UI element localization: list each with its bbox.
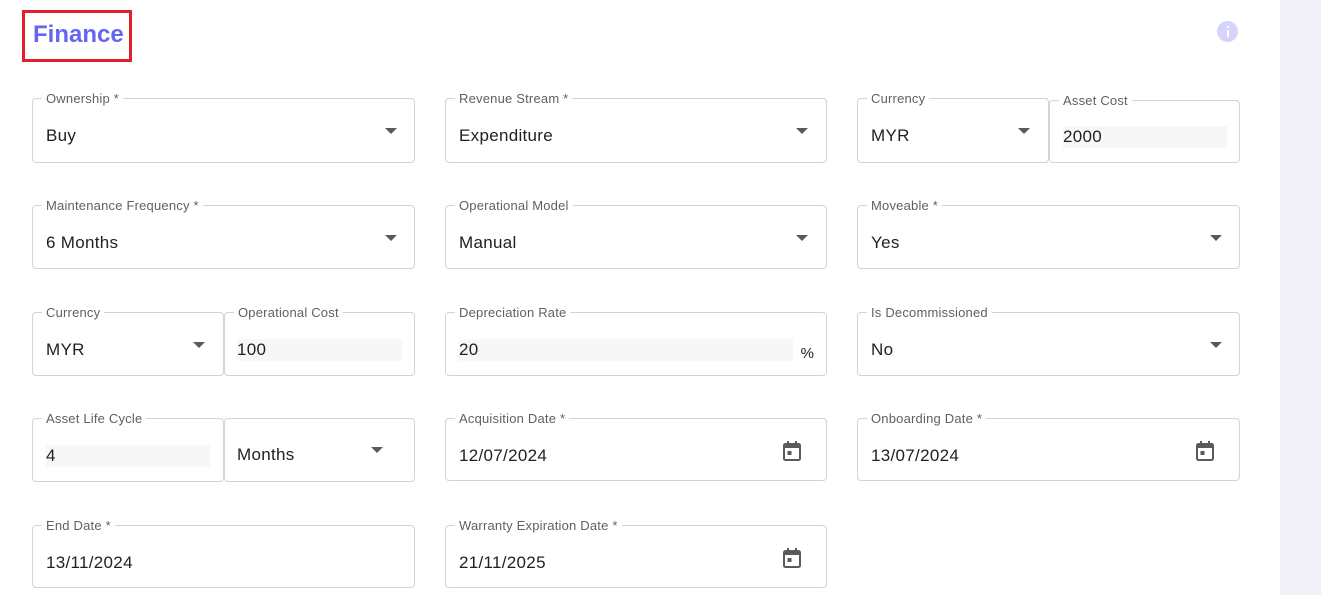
revenue-stream-label: Revenue Stream * [455, 91, 573, 107]
operational-model-label: Operational Model [455, 198, 573, 214]
asset-life-cycle-value: 4 [46, 445, 210, 467]
asset-life-cycle-input[interactable]: Asset Life Cycle 4 [32, 411, 224, 482]
chevron-down-icon [385, 128, 397, 134]
is-decommissioned-label: Is Decommissioned [867, 305, 992, 321]
operational-model-value: Manual [459, 233, 517, 252]
calendar-icon[interactable] [782, 547, 802, 569]
chevron-down-icon [371, 447, 383, 453]
ownership-select[interactable]: Ownership * Buy [32, 91, 415, 163]
depreciation-rate-input[interactable]: Depreciation Rate 20 % [445, 305, 827, 376]
warranty-expiration-date-value: 21/11/2025 [459, 553, 546, 572]
depreciation-rate-label: Depreciation Rate [455, 305, 571, 321]
operational-currency-label: Currency [42, 305, 105, 321]
moveable-select[interactable]: Moveable * Yes [857, 198, 1240, 269]
moveable-value: Yes [871, 233, 900, 252]
operational-cost-label: Operational Cost [234, 305, 343, 321]
operational-currency-value: MYR [46, 340, 85, 359]
asset-cost-value: 2000 [1063, 126, 1227, 148]
onboarding-date-input[interactable]: Onboarding Date * 13/07/2024 [857, 411, 1240, 481]
asset-currency-select[interactable]: Currency MYR [857, 91, 1049, 163]
section-title: Finance [33, 21, 124, 48]
end-date-input[interactable]: End Date * 13/11/2024 [32, 518, 415, 588]
chevron-down-icon [193, 342, 205, 348]
percent-suffix: % [800, 345, 814, 362]
moveable-label: Moveable * [867, 198, 943, 214]
operational-model-select[interactable]: Operational Model Manual [445, 198, 827, 269]
is-decommissioned-value: No [871, 340, 894, 359]
maintenance-frequency-label: Maintenance Frequency * [42, 198, 203, 214]
maintenance-frequency-select[interactable]: Maintenance Frequency * 6 Months [32, 198, 415, 269]
is-decommissioned-select[interactable]: Is Decommissioned No [857, 305, 1240, 376]
acquisition-date-value: 12/07/2024 [459, 446, 548, 465]
chevron-down-icon [1210, 235, 1222, 241]
operational-cost-value: 100 [237, 339, 402, 361]
life-cycle-unit-select[interactable]: Months [224, 418, 415, 482]
warranty-expiration-date-input[interactable]: Warranty Expiration Date * 21/11/2025 [445, 518, 827, 588]
asset-currency-value: MYR [871, 126, 910, 145]
chevron-down-icon [1210, 342, 1222, 348]
end-date-label: End Date * [42, 518, 115, 534]
right-side-panel [1280, 0, 1321, 595]
life-cycle-unit-value: Months [237, 445, 295, 464]
ownership-label: Ownership * [42, 91, 124, 107]
acquisition-date-label: Acquisition Date * [455, 411, 570, 427]
chevron-down-icon [1018, 128, 1030, 134]
revenue-stream-select[interactable]: Revenue Stream * Expenditure [445, 91, 827, 163]
warranty-expiration-date-label: Warranty Expiration Date * [455, 518, 622, 534]
depreciation-rate-value: 20 [459, 339, 793, 361]
asset-life-cycle-label: Asset Life Cycle [42, 411, 147, 427]
revenue-stream-value: Expenditure [459, 126, 554, 145]
asset-currency-label: Currency [867, 91, 930, 107]
chevron-down-icon [796, 235, 808, 241]
info-icon[interactable] [1217, 21, 1238, 42]
end-date-value: 13/11/2024 [46, 553, 133, 572]
asset-cost-label: Asset Cost [1059, 93, 1132, 109]
calendar-icon[interactable] [1195, 440, 1215, 462]
ownership-value: Buy [46, 126, 77, 145]
acquisition-date-input[interactable]: Acquisition Date * 12/07/2024 [445, 411, 827, 481]
asset-cost-input[interactable]: Asset Cost 2000 [1049, 93, 1240, 163]
operational-cost-input[interactable]: Operational Cost 100 [224, 305, 415, 376]
chevron-down-icon [385, 235, 397, 241]
maintenance-frequency-value: 6 Months [46, 233, 119, 252]
calendar-icon[interactable] [782, 440, 802, 462]
onboarding-date-value: 13/07/2024 [871, 446, 960, 465]
chevron-down-icon [796, 128, 808, 134]
operational-currency-select[interactable]: Currency MYR [32, 305, 224, 376]
onboarding-date-label: Onboarding Date * [867, 411, 987, 427]
